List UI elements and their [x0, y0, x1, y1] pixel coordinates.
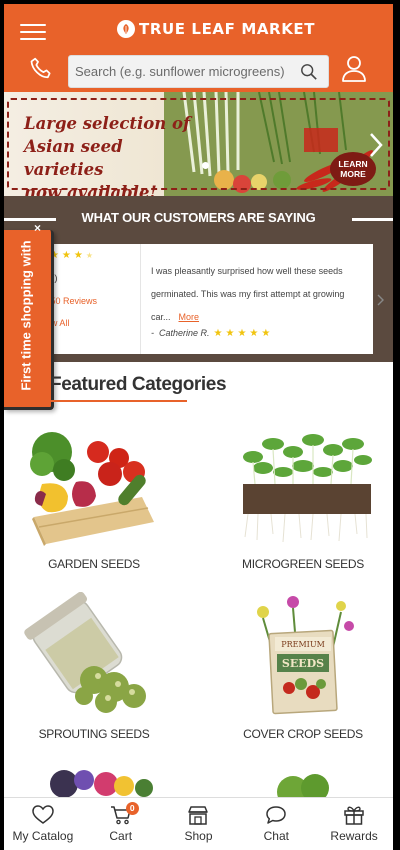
category-label: MICROGREEN SEEDS [242, 557, 364, 571]
testimonial-text: I was pleasantly surprised how well thes… [151, 260, 365, 329]
sprout-jar-image [24, 592, 146, 713]
testimonial-author: - Catherine R. ★★★★★ [151, 328, 274, 339]
read-more-link[interactable]: More [179, 312, 200, 322]
featured-categories-heading: Featured Categories [50, 374, 227, 395]
nav-label: Rewards [330, 829, 378, 843]
seed-packet-image: PREMIUM SEEDS [257, 596, 354, 715]
search-icon[interactable] [300, 63, 318, 81]
site-header: TRUE LEAF MARKET [4, 4, 393, 92]
microgreens-image [243, 434, 372, 543]
category-card-partial[interactable] [213, 762, 393, 802]
banner-headline: Large selection of Asian seed varieties … [24, 112, 194, 196]
logo-text: TRUE LEAF MARKET [139, 20, 316, 38]
gift-icon [344, 806, 364, 825]
category-card-cover-crop-seeds[interactable]: PREMIUM SEEDS COVER CROP SEEDS [213, 592, 393, 752]
nav-label: Chat [263, 829, 289, 843]
close-icon[interactable]: × [34, 222, 46, 234]
learn-more-label: LEARN [338, 159, 368, 169]
chevron-right-icon[interactable] [377, 294, 385, 306]
app-frame: TRUE LEAF MARKET Search (e.g. sunflower … [4, 4, 393, 850]
promo-banner[interactable]: Large selection of Asian seed varieties … [4, 92, 393, 196]
nav-my-catalog[interactable]: My Catalog [4, 798, 82, 850]
nav-label: Shop [184, 829, 213, 843]
heart-icon [32, 805, 54, 824]
nav-label: Cart [109, 829, 133, 843]
herbs-image [277, 774, 329, 802]
category-card-partial[interactable] [4, 762, 184, 802]
category-card-sprouting-seeds[interactable]: SPROUTING SEEDS [4, 592, 184, 752]
bottom-navigation: My Catalog 0 Cart Shop Chat Rewards [4, 797, 393, 850]
author-name: Catherine R. [159, 328, 210, 338]
category-card-microgreen-seeds[interactable]: MICROGREEN SEEDS [213, 422, 393, 582]
side-tab-label: First time shopping with [18, 240, 34, 391]
testimonials-section: WHAT OUR CUSTOMERS ARE SAYING ★★★★★ (4.8… [4, 196, 393, 362]
account-icon[interactable] [341, 55, 367, 83]
testimonials-title: WHAT OUR CUSTOMERS ARE SAYING [81, 210, 316, 225]
nav-cart[interactable]: 0 Cart [82, 798, 160, 850]
carousel-dot-active[interactable] [202, 162, 209, 169]
testimonial-card: I was pleasantly surprised how well thes… [140, 244, 373, 354]
svg-text:SEEDS: SEEDS [282, 657, 324, 670]
flowers-image [50, 770, 153, 798]
first-time-shopping-tab[interactable]: First time shopping with [4, 230, 54, 410]
vegetables-crate-image [30, 432, 154, 546]
category-label: SPROUTING SEEDS [38, 727, 150, 741]
store-icon [188, 806, 209, 825]
author-rating-stars: ★★★★★ [213, 328, 274, 339]
site-logo[interactable]: TRUE LEAF MARKET [117, 18, 315, 40]
chevron-right-icon[interactable] [366, 130, 386, 160]
learn-more-label: MORE [340, 169, 366, 179]
nav-chat[interactable]: Chat [237, 798, 315, 850]
category-card-garden-seeds[interactable]: GARDEN SEEDS [4, 422, 184, 582]
svg-text:PREMIUM: PREMIUM [281, 640, 325, 649]
heading-underline [50, 400, 187, 402]
chat-icon [266, 806, 287, 824]
search-input[interactable] [75, 56, 297, 87]
category-label: COVER CROP SEEDS [243, 727, 363, 741]
leaf-logo-icon [117, 20, 135, 38]
category-label: GARDEN SEEDS [48, 557, 140, 571]
carousel-dots [202, 162, 209, 169]
nav-rewards[interactable]: Rewards [315, 798, 393, 850]
cart-count-badge: 0 [125, 802, 139, 815]
banner-text-line: Asian seed varieties [24, 137, 123, 179]
banner-text-line: now available! [24, 183, 157, 196]
search-box [68, 55, 329, 88]
nav-shop[interactable]: Shop [160, 798, 238, 850]
nav-label: My Catalog [12, 829, 74, 843]
hamburger-menu-button[interactable] [18, 19, 48, 43]
banner-text-line: Large selection of [24, 114, 191, 133]
phone-icon[interactable] [28, 56, 54, 82]
